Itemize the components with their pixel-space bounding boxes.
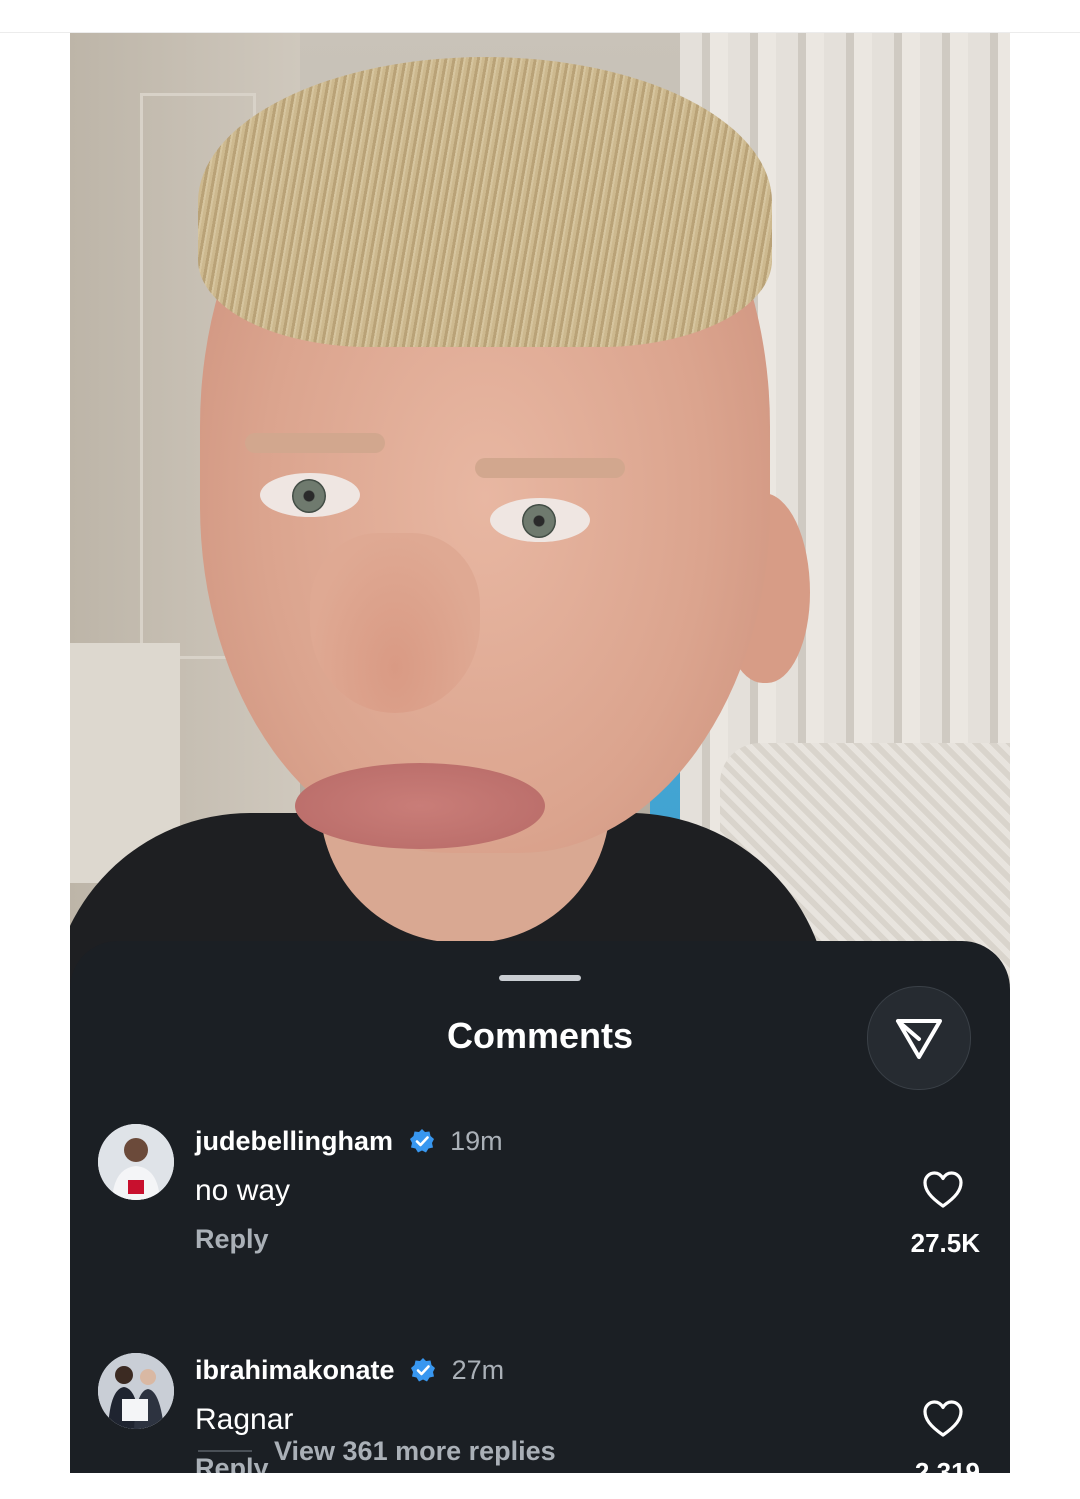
photo-eye-left — [260, 473, 360, 517]
photo-lips — [295, 763, 545, 849]
username[interactable]: judebellingham — [195, 1126, 393, 1156]
username[interactable]: ibrahimakonate — [195, 1355, 395, 1385]
view-replies-line — [198, 1450, 252, 1452]
post-container: Comments judebellingham 19m no way Reply… — [70, 33, 1010, 1473]
photo-brow-right — [475, 458, 625, 478]
reply-button[interactable]: Reply — [195, 1224, 269, 1255]
post-photo[interactable] — [70, 33, 1010, 1033]
send-icon — [896, 1019, 942, 1059]
avatar[interactable] — [98, 1353, 174, 1429]
share-button[interactable] — [867, 986, 971, 1090]
photo-eye-right — [490, 498, 590, 542]
view-more-replies-button[interactable]: View 361 more replies — [274, 1436, 556, 1467]
heart-icon[interactable] — [922, 1170, 964, 1210]
avatar[interactable] — [98, 1124, 174, 1200]
comment-header: ibrahimakonate 27m — [195, 1355, 504, 1386]
like-count: 27.5K — [910, 1228, 980, 1258]
comment-text: no way — [195, 1174, 291, 1207]
comment-text: Ragnar — [195, 1403, 294, 1436]
photo-nose — [310, 533, 480, 713]
comment-time: 19m — [450, 1126, 503, 1156]
comment-time: 27m — [451, 1355, 505, 1385]
heart-icon[interactable] — [922, 1399, 964, 1439]
photo-hair — [198, 57, 772, 347]
reply-button[interactable]: Reply — [195, 1453, 269, 1473]
comments-sheet: Comments judebellingham 19m no way Reply… — [70, 941, 1010, 1473]
like-count: 2,319 — [914, 1457, 980, 1473]
verified-badge-icon — [409, 1129, 434, 1153]
verified-badge-icon — [411, 1358, 436, 1382]
sheet-drag-handle[interactable] — [499, 975, 581, 981]
comment-header: judebellingham 19m — [195, 1126, 503, 1157]
photo-brow-left — [245, 433, 385, 453]
